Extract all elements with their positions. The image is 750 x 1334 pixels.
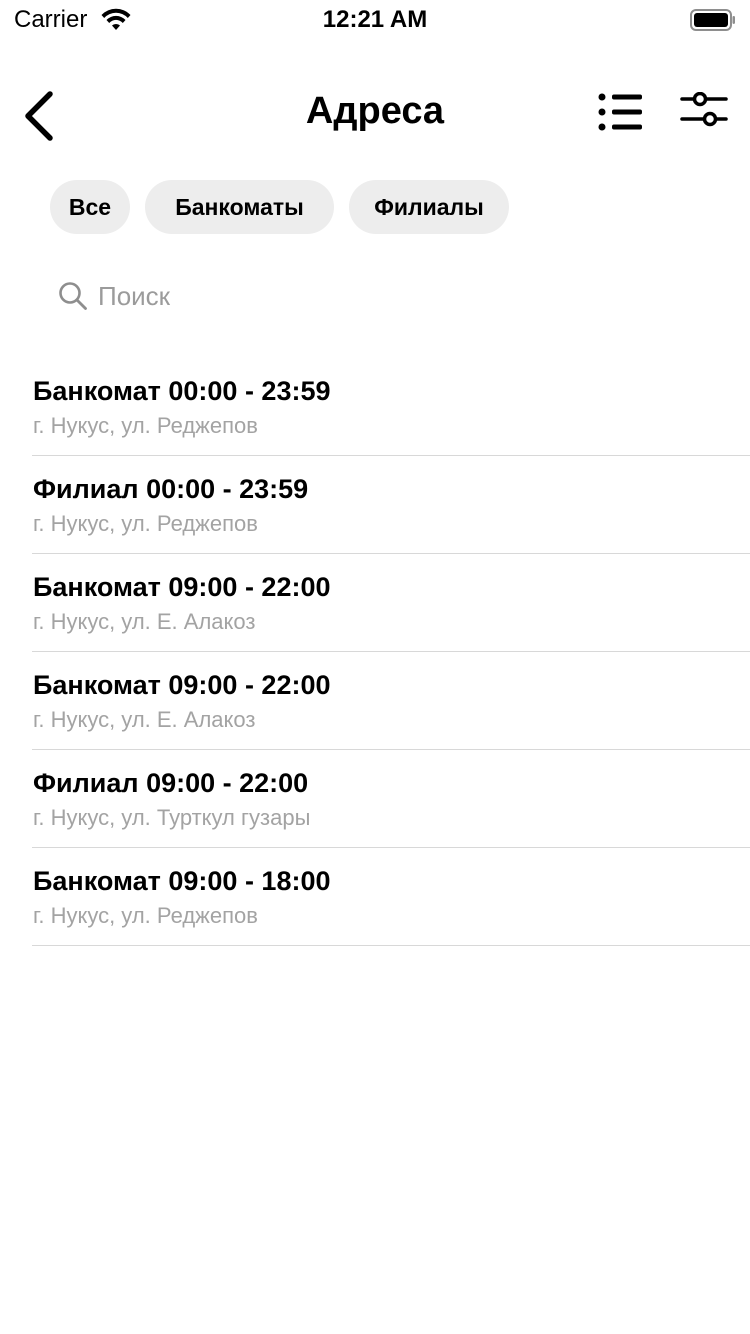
locations-list: Банкомат 00:00 - 23:59 г. Нукус, ул. Ред… [32, 358, 750, 946]
list-view-button[interactable] [596, 92, 644, 132]
filter-chips: Все Банкоматы Филиалы [50, 180, 509, 234]
location-address: г. Нукус, ул. Реджепов [33, 511, 258, 536]
location-address: г. Нукус, ул. Е. Алакоз [33, 609, 256, 634]
chip-branches[interactable]: Филиалы [349, 180, 509, 234]
clock: 12:21 AM [322, 6, 428, 33]
location-address: г. Нукус, ул. Реджепов [33, 903, 258, 928]
filter-settings-button[interactable] [680, 91, 728, 128]
location-address: г. Нукус, ул. Реджепов [33, 413, 258, 438]
list-item[interactable]: Банкомат 09:00 - 18:00 г. Нукус, ул. Ред… [32, 848, 750, 946]
location-address: г. Нукус, ул. Турткул гузары [33, 805, 311, 830]
status-bar: Carrier 12:21 AM [0, 0, 750, 40]
location-address: г. Нукус, ул. Е. Алакоз [33, 707, 256, 732]
list-item[interactable]: Филиал 09:00 - 22:00 г. Нукус, ул. Туртк… [32, 750, 750, 848]
location-title: Филиал 09:00 - 22:00 [33, 768, 309, 798]
location-title: Филиал 00:00 - 23:59 [33, 474, 309, 504]
list-item[interactable]: Банкомат 00:00 - 23:59 г. Нукус, ул. Ред… [32, 358, 750, 456]
location-title: Банкомат 09:00 - 22:00 [33, 572, 331, 602]
list-icon [598, 93, 642, 131]
chip-all[interactable]: Все [50, 180, 130, 234]
list-item[interactable]: Банкомат 09:00 - 22:00 г. Нукус, ул. Е. … [32, 652, 750, 750]
location-title: Банкомат 09:00 - 18:00 [33, 866, 331, 896]
search-icon [59, 282, 87, 310]
list-item[interactable]: Банкомат 09:00 - 22:00 г. Нукус, ул. Е. … [32, 554, 750, 652]
list-item[interactable]: Филиал 00:00 - 23:59 г. Нукус, ул. Редже… [32, 456, 750, 554]
location-title: Банкомат 09:00 - 22:00 [33, 670, 331, 700]
battery-icon [690, 9, 735, 31]
sliders-icon [680, 91, 728, 127]
search-input[interactable] [98, 280, 678, 312]
chip-atms[interactable]: Банкоматы [145, 180, 334, 234]
nav-bar: Адреса [0, 80, 750, 152]
search-bar [58, 272, 718, 320]
location-title: Банкомат 00:00 - 23:59 [33, 376, 331, 406]
